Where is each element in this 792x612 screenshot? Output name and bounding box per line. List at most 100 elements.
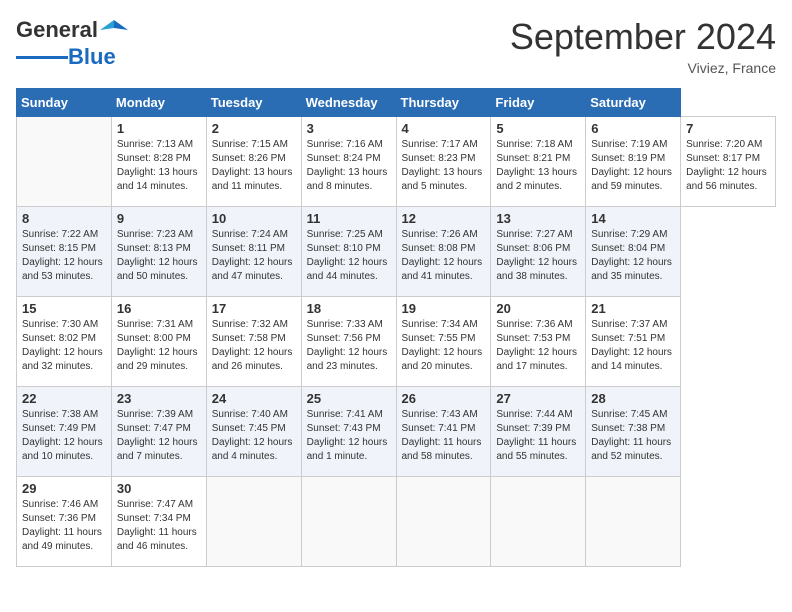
- day-number: 10: [212, 211, 296, 226]
- day-number: 11: [307, 211, 391, 226]
- weekday-header-friday: Friday: [491, 89, 586, 117]
- month-title: September 2024: [510, 16, 776, 58]
- calendar-cell: 25 Sunrise: 7:41 AMSunset: 7:43 PMDayligh…: [301, 387, 396, 477]
- day-number: 19: [402, 301, 486, 316]
- day-number: 3: [307, 121, 391, 136]
- weekday-header-wednesday: Wednesday: [301, 89, 396, 117]
- calendar-table: SundayMondayTuesdayWednesdayThursdayFrid…: [16, 88, 776, 567]
- day-detail: Sunrise: 7:37 AMSunset: 7:51 PMDaylight:…: [591, 318, 675, 374]
- logo-blue: Blue: [68, 44, 116, 70]
- day-number: 1: [117, 121, 201, 136]
- calendar-cell: 8 Sunrise: 7:22 AMSunset: 8:15 PMDaylight…: [17, 207, 112, 297]
- calendar-cell: 29 Sunrise: 7:46 AMSunset: 7:36 PMDayligh…: [17, 477, 112, 567]
- day-number: 23: [117, 391, 201, 406]
- day-detail: Sunrise: 7:32 AMSunset: 7:58 PMDaylight:…: [212, 318, 296, 374]
- calendar-cell: 9 Sunrise: 7:23 AMSunset: 8:13 PMDaylight…: [111, 207, 206, 297]
- day-detail: Sunrise: 7:46 AMSunset: 7:36 PMDaylight:…: [22, 498, 106, 554]
- logo: General Blue: [16, 16, 128, 70]
- calendar-cell: 6 Sunrise: 7:19 AMSunset: 8:19 PMDaylight…: [586, 117, 681, 207]
- calendar-cell: 20 Sunrise: 7:36 AMSunset: 7:53 PMDayligh…: [491, 297, 586, 387]
- calendar-cell: [17, 117, 112, 207]
- day-detail: Sunrise: 7:30 AMSunset: 8:02 PMDaylight:…: [22, 318, 106, 374]
- calendar-cell: [206, 477, 301, 567]
- calendar-cell: 13 Sunrise: 7:27 AMSunset: 8:06 PMDayligh…: [491, 207, 586, 297]
- day-number: 16: [117, 301, 201, 316]
- day-number: 17: [212, 301, 296, 316]
- day-number: 22: [22, 391, 106, 406]
- day-detail: Sunrise: 7:13 AMSunset: 8:28 PMDaylight:…: [117, 138, 201, 194]
- weekday-header-saturday: Saturday: [586, 89, 681, 117]
- day-number: 26: [402, 391, 486, 406]
- calendar-cell: 7 Sunrise: 7:20 AMSunset: 8:17 PMDaylight…: [681, 117, 776, 207]
- weekday-header-monday: Monday: [111, 89, 206, 117]
- day-number: 20: [496, 301, 580, 316]
- day-detail: Sunrise: 7:44 AMSunset: 7:39 PMDaylight:…: [496, 408, 580, 464]
- day-detail: Sunrise: 7:41 AMSunset: 7:43 PMDaylight:…: [307, 408, 391, 464]
- day-detail: Sunrise: 7:47 AMSunset: 7:34 PMDaylight:…: [117, 498, 201, 554]
- day-detail: Sunrise: 7:36 AMSunset: 7:53 PMDaylight:…: [496, 318, 580, 374]
- day-number: 12: [402, 211, 486, 226]
- day-number: 13: [496, 211, 580, 226]
- logo-bird-icon: [100, 16, 128, 44]
- calendar-cell: [491, 477, 586, 567]
- calendar-cell: [586, 477, 681, 567]
- calendar-cell: 5 Sunrise: 7:18 AMSunset: 8:21 PMDaylight…: [491, 117, 586, 207]
- calendar-cell: 22 Sunrise: 7:38 AMSunset: 7:49 PMDayligh…: [17, 387, 112, 477]
- day-detail: Sunrise: 7:17 AMSunset: 8:23 PMDaylight:…: [402, 138, 486, 194]
- calendar-cell: [396, 477, 491, 567]
- day-number: 2: [212, 121, 296, 136]
- day-number: 29: [22, 481, 106, 496]
- calendar-cell: 26 Sunrise: 7:43 AMSunset: 7:41 PMDayligh…: [396, 387, 491, 477]
- calendar-cell: 17 Sunrise: 7:32 AMSunset: 7:58 PMDayligh…: [206, 297, 301, 387]
- day-number: 15: [22, 301, 106, 316]
- day-number: 25: [307, 391, 391, 406]
- logo-general: General: [16, 17, 98, 43]
- calendar-cell: 16 Sunrise: 7:31 AMSunset: 8:00 PMDayligh…: [111, 297, 206, 387]
- title-block: September 2024 Viviez, France: [510, 16, 776, 76]
- calendar-cell: 1 Sunrise: 7:13 AMSunset: 8:28 PMDaylight…: [111, 117, 206, 207]
- calendar-cell: 23 Sunrise: 7:39 AMSunset: 7:47 PMDayligh…: [111, 387, 206, 477]
- calendar-cell: [301, 477, 396, 567]
- day-number: 5: [496, 121, 580, 136]
- day-number: 8: [22, 211, 106, 226]
- day-detail: Sunrise: 7:22 AMSunset: 8:15 PMDaylight:…: [22, 228, 106, 284]
- weekday-header-sunday: Sunday: [17, 89, 112, 117]
- day-detail: Sunrise: 7:19 AMSunset: 8:19 PMDaylight:…: [591, 138, 675, 194]
- calendar-cell: 11 Sunrise: 7:25 AMSunset: 8:10 PMDayligh…: [301, 207, 396, 297]
- day-detail: Sunrise: 7:18 AMSunset: 8:21 PMDaylight:…: [496, 138, 580, 194]
- weekday-header-thursday: Thursday: [396, 89, 491, 117]
- day-detail: Sunrise: 7:27 AMSunset: 8:06 PMDaylight:…: [496, 228, 580, 284]
- day-number: 14: [591, 211, 675, 226]
- day-number: 7: [686, 121, 770, 136]
- day-number: 9: [117, 211, 201, 226]
- calendar-cell: 12Sunrise: 7:26 AMSunset: 8:08 PMDayligh…: [396, 207, 491, 297]
- day-number: 4: [402, 121, 486, 136]
- day-number: 27: [496, 391, 580, 406]
- calendar-cell: 19 Sunrise: 7:34 AMSunset: 7:55 PMDayligh…: [396, 297, 491, 387]
- calendar-cell: 3Sunrise: 7:16 AMSunset: 8:24 PMDaylight…: [301, 117, 396, 207]
- calendar-cell: 24Sunrise: 7:40 AMSunset: 7:45 PMDayligh…: [206, 387, 301, 477]
- calendar-cell: 18Sunrise: 7:33 AMSunset: 7:56 PMDayligh…: [301, 297, 396, 387]
- day-number: 28: [591, 391, 675, 406]
- calendar-cell: 21 Sunrise: 7:37 AMSunset: 7:51 PMDayligh…: [586, 297, 681, 387]
- day-number: 21: [591, 301, 675, 316]
- day-detail: Sunrise: 7:31 AMSunset: 8:00 PMDaylight:…: [117, 318, 201, 374]
- day-detail: Sunrise: 7:40 AMSunset: 7:45 PMDaylight:…: [212, 408, 296, 464]
- day-detail: Sunrise: 7:20 AMSunset: 8:17 PMDaylight:…: [686, 138, 770, 194]
- day-detail: Sunrise: 7:39 AMSunset: 7:47 PMDaylight:…: [117, 408, 201, 464]
- day-detail: Sunrise: 7:23 AMSunset: 8:13 PMDaylight:…: [117, 228, 201, 284]
- calendar-cell: 15 Sunrise: 7:30 AMSunset: 8:02 PMDayligh…: [17, 297, 112, 387]
- weekday-header-tuesday: Tuesday: [206, 89, 301, 117]
- calendar-cell: 30Sunrise: 7:47 AMSunset: 7:34 PMDayligh…: [111, 477, 206, 567]
- day-detail: Sunrise: 7:45 AMSunset: 7:38 PMDaylight:…: [591, 408, 675, 464]
- day-detail: Sunrise: 7:29 AMSunset: 8:04 PMDaylight:…: [591, 228, 675, 284]
- location: Viviez, France: [510, 60, 776, 76]
- day-detail: Sunrise: 7:15 AMSunset: 8:26 PMDaylight:…: [212, 138, 296, 194]
- day-detail: Sunrise: 7:38 AMSunset: 7:49 PMDaylight:…: [22, 408, 106, 464]
- day-detail: Sunrise: 7:34 AMSunset: 7:55 PMDaylight:…: [402, 318, 486, 374]
- calendar-cell: 14 Sunrise: 7:29 AMSunset: 8:04 PMDayligh…: [586, 207, 681, 297]
- day-number: 6: [591, 121, 675, 136]
- day-detail: Sunrise: 7:43 AMSunset: 7:41 PMDaylight:…: [402, 408, 486, 464]
- day-detail: Sunrise: 7:25 AMSunset: 8:10 PMDaylight:…: [307, 228, 391, 284]
- calendar-cell: 10Sunrise: 7:24 AMSunset: 8:11 PMDayligh…: [206, 207, 301, 297]
